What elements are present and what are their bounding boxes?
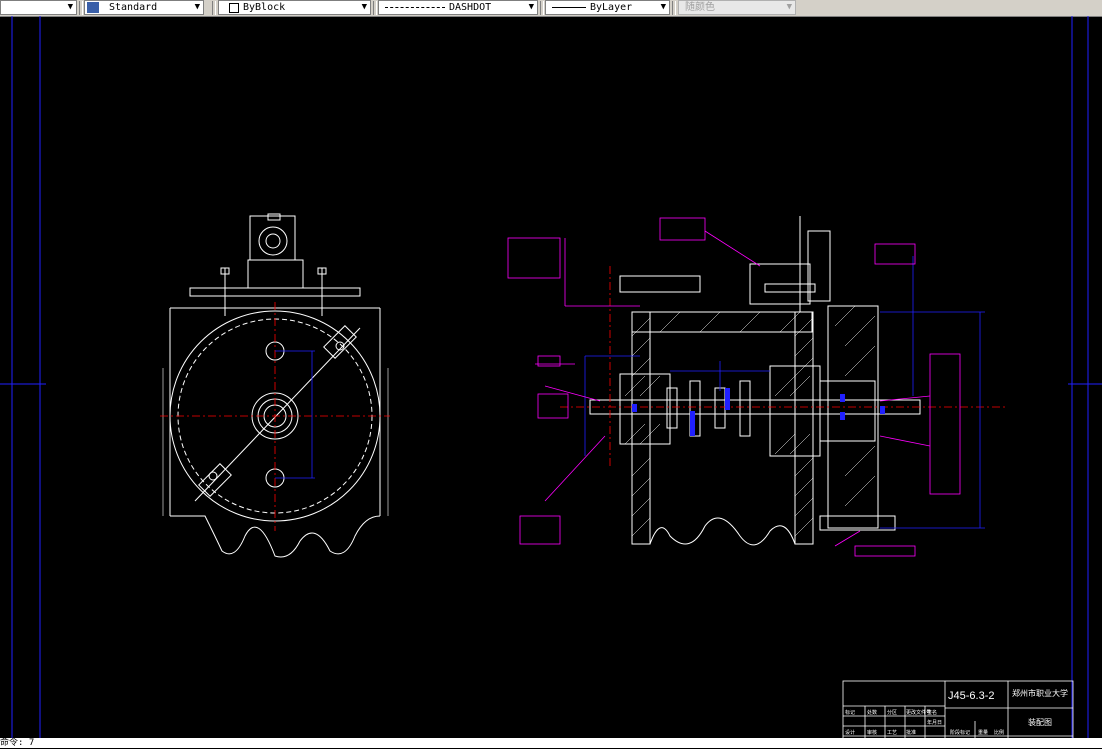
tb-label-date: 年月日 (927, 719, 942, 726)
properties-toolbar: ▼ Standard ▼ ByBlock ▼ DASHDOT ▼ ByLayer… (0, 0, 1102, 17)
lineweight-value: ByLayer (590, 2, 633, 13)
drawing-name: 装配图 (1028, 717, 1052, 727)
command-line[interactable]: 命令: 7 (0, 738, 1102, 748)
tb-label-scale: 比例 (994, 729, 1004, 736)
tb-label-approve: 批准 (906, 729, 916, 736)
left-view-dims (275, 350, 315, 479)
chevron-down-icon: ▼ (528, 2, 534, 12)
toolbar-separator (373, 1, 377, 15)
tb-label-marker: 标记 (845, 709, 855, 716)
tb-label-sign: 签名 (927, 709, 937, 716)
tb-label-weight: 重量 (978, 729, 988, 736)
tb-label-process: 工艺 (887, 730, 897, 736)
linetype-scale-dropdown[interactable]: DASHDOT ▼ (378, 0, 538, 15)
linetype-dropdown[interactable]: ByBlock ▼ (218, 0, 371, 15)
chevron-down-icon: ▼ (660, 2, 666, 12)
checkbox-icon (229, 3, 239, 13)
chevron-down-icon: ▼ (361, 2, 367, 12)
drawing-frame (0, 16, 1102, 743)
chevron-down-icon: ▼ (194, 2, 200, 12)
chevron-down-icon: ▼ (786, 2, 792, 12)
tb-label-design: 设计 (845, 729, 855, 736)
plotstyle-dropdown: 随颜色 ▼ (678, 0, 796, 15)
tb-label-review: 审核 (867, 729, 877, 736)
school-name: 郑州市职业大学 (1012, 688, 1068, 698)
drawing-number: J45-6.3-2 (948, 690, 994, 702)
drawing-canvas[interactable]: J45-6.3-2 郑州市职业大学 装配图 A0 标记 处数 分区 更改文件号 … (0, 16, 1102, 745)
linetype-value: ByBlock (243, 2, 286, 13)
toolbar-separator (212, 1, 216, 15)
textstyle-value: Standard (109, 2, 158, 13)
textstyle-dropdown[interactable]: Standard ▼ (84, 0, 204, 15)
solid-line-icon (552, 7, 586, 8)
plotstyle-value: 随颜色 (685, 2, 715, 13)
dashdot-line-icon (385, 7, 445, 8)
textstyle-icon (87, 2, 99, 13)
tb-label-count: 处数 (867, 709, 877, 716)
toolbar-separator (672, 1, 676, 15)
toolbar-separator (79, 1, 83, 15)
linetype-scale-value: DASHDOT (449, 2, 492, 13)
leader-notes (507, 217, 961, 557)
lineweight-dropdown[interactable]: ByLayer ▼ (545, 0, 670, 15)
right-section-view (589, 216, 921, 546)
left-view (162, 213, 389, 558)
chevron-down-icon: ▼ (67, 2, 73, 12)
tb-label-stage: 阶段标记 (950, 729, 970, 736)
tb-label-zone: 分区 (887, 709, 897, 716)
command-line-text: 命令: 7 (0, 738, 35, 748)
toolbar-separator (540, 1, 544, 15)
layer-dropdown[interactable]: ▼ (0, 0, 77, 15)
right-view-dims (584, 256, 985, 529)
